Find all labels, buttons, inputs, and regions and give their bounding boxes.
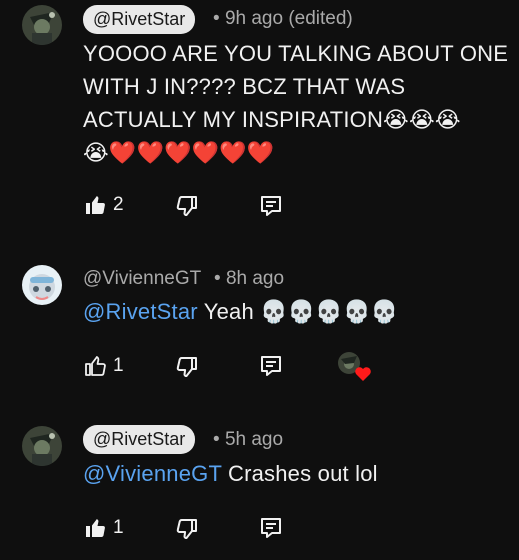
creator-heart-badge	[337, 351, 373, 383]
avatar[interactable]	[22, 265, 62, 305]
like-button[interactable]: 1	[84, 516, 124, 540]
dislike-button[interactable]	[175, 355, 199, 379]
like-button[interactable]: 1	[84, 354, 124, 378]
avatar[interactable]	[22, 426, 62, 466]
heart-icon	[355, 367, 371, 381]
dislike-button[interactable]	[175, 517, 199, 541]
avatar[interactable]	[22, 5, 62, 45]
thumbs-down-icon	[176, 196, 197, 217]
reply-icon	[261, 196, 281, 216]
author-name[interactable]: @VivienneGT	[83, 268, 201, 290]
thumbs-up-icon	[86, 196, 105, 214]
author-chip[interactable]: @RivetStar	[83, 5, 196, 34]
comment-text: @RivetStar Yeah 💀💀💀💀💀	[83, 299, 399, 324]
mention-link[interactable]: @VivienneGT	[83, 461, 222, 486]
comment-timestamp: • 5h ago	[213, 429, 284, 450]
thumbs-up-icon	[85, 356, 106, 376]
reply-icon	[261, 518, 281, 538]
dislike-button[interactable]	[175, 194, 199, 218]
comment-text: @VivienneGT Crashes out lol	[83, 461, 378, 486]
comment-timestamp: • 8h ago	[214, 268, 285, 289]
thumbs-down-icon	[176, 519, 197, 540]
reply-icon	[261, 356, 281, 376]
like-count: 2	[113, 194, 124, 215]
reply-button[interactable]	[259, 354, 283, 378]
reply-button[interactable]	[259, 194, 283, 218]
comment-timestamp: • 9h ago (edited)	[213, 8, 353, 29]
reply-button[interactable]	[259, 516, 283, 540]
author-chip[interactable]: @RivetStar	[83, 425, 196, 454]
thumbs-down-icon	[176, 357, 197, 378]
comment-text: YOOOO ARE YOU TALKING ABOUT ONE WITH J I…	[83, 41, 509, 165]
like-button[interactable]: 2	[84, 193, 124, 217]
thumbs-up-icon	[86, 519, 105, 537]
mention-link[interactable]: @RivetStar	[83, 299, 198, 324]
like-count: 1	[113, 517, 124, 538]
like-count: 1	[113, 355, 124, 376]
